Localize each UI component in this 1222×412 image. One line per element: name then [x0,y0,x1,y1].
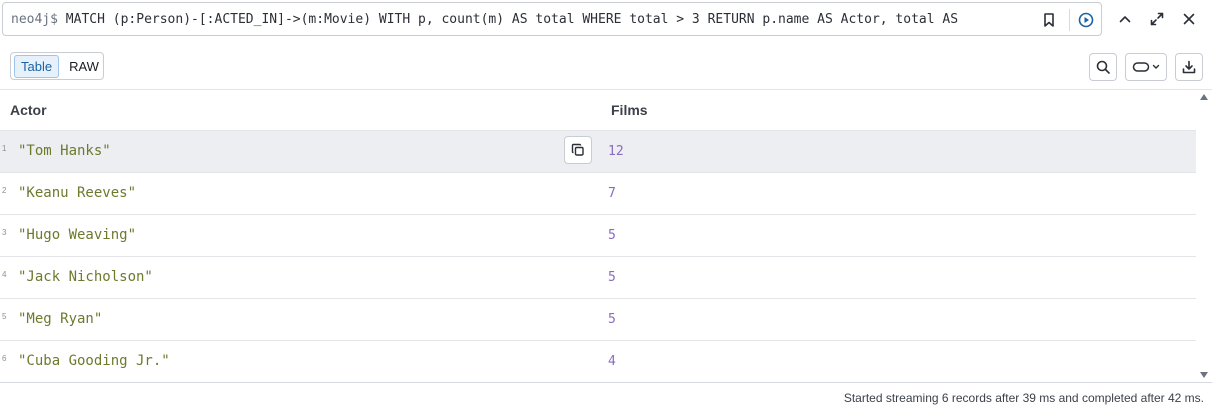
close-button[interactable] [1178,8,1200,30]
close-icon [1183,13,1195,25]
films-cell: 12 [608,144,624,159]
row-index: 1 [2,144,7,153]
style-dropdown-button[interactable] [1125,53,1167,81]
copy-button[interactable] [564,136,592,164]
collapse-button[interactable] [1114,8,1136,30]
table-header: Actor Films [0,90,1196,130]
table-row[interactable]: 2 "Keanu Reeves" 7 [0,172,1196,214]
row-index: 4 [2,270,7,279]
chevron-down-icon [1152,64,1160,69]
actor-cell: "Meg Ryan" [18,311,103,327]
query-editor[interactable]: neo4j$ MATCH (p:Person)-[:ACTED_IN]->(m:… [2,2,1102,36]
bookmark-button[interactable] [1038,9,1060,31]
films-cell: 7 [608,186,616,201]
actor-cell: "Cuba Gooding Jr." [18,353,170,369]
actor-cell: "Hugo Weaving" [18,227,137,243]
search-button[interactable] [1089,53,1117,81]
expand-icon [1150,12,1164,26]
bookmark-icon [1044,13,1054,27]
download-icon [1182,60,1196,74]
table-bottom-divider [0,382,1212,383]
table-row[interactable]: 6 "Cuba Gooding Jr." 4 [0,340,1196,382]
row-index: 2 [2,186,7,195]
query-bar-divider [1069,9,1070,31]
run-query-button[interactable] [1075,9,1097,31]
films-cell: 5 [608,228,616,243]
scroll-up-arrow[interactable] [1200,94,1208,100]
fullscreen-button[interactable] [1146,8,1168,30]
column-header-actor: Actor [10,102,47,118]
row-index: 3 [2,228,7,237]
copy-icon [571,143,584,156]
actor-cell: "Keanu Reeves" [18,185,137,201]
query-prompt: neo4j$ [11,11,58,27]
table-row[interactable]: 5 "Meg Ryan" 5 [0,298,1196,340]
row-index: 6 [2,354,7,363]
table-row[interactable]: 3 "Hugo Weaving" 5 [0,214,1196,256]
vertical-scrollbar[interactable] [1197,90,1211,382]
table-row[interactable]: 1 "Tom Hanks" 12 [0,130,1196,172]
style-icon [1132,62,1150,72]
scroll-down-arrow[interactable] [1200,372,1208,378]
table-view-button[interactable]: Table [14,54,60,78]
films-cell: 5 [608,312,616,327]
raw-view-button[interactable]: RAW [63,56,105,77]
view-toggle: Table RAW [10,52,104,80]
query-code: MATCH (p:Person)-[:ACTED_IN]->(m:Movie) … [65,11,959,27]
play-icon [1078,12,1094,28]
query-text[interactable]: neo4j$ MATCH (p:Person)-[:ACTED_IN]->(m:… [3,12,1101,27]
chevron-up-icon [1119,16,1131,23]
films-cell: 4 [608,354,616,369]
table-row[interactable]: 4 "Jack Nicholson" 5 [0,256,1196,298]
actor-cell: "Jack Nicholson" [18,269,153,285]
films-cell: 5 [608,270,616,285]
column-header-films: Films [611,102,648,118]
status-message: Started streaming 6 records after 39 ms … [843,391,1204,405]
actor-cell: "Tom Hanks" [18,143,111,159]
search-icon [1096,60,1110,74]
download-button[interactable] [1175,53,1203,81]
row-index: 5 [2,312,7,321]
